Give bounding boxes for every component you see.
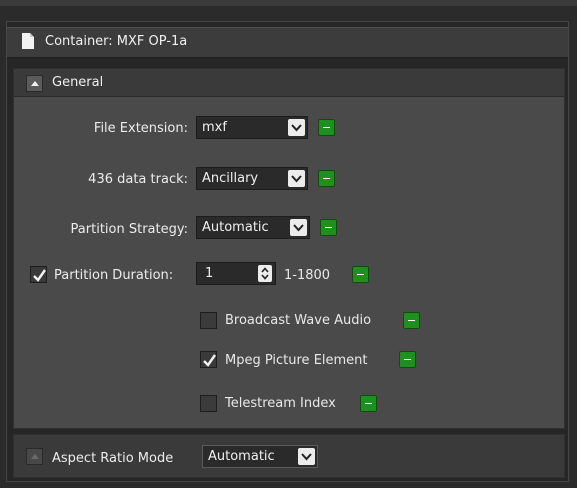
data-track-436-value: Ancillary [202, 171, 259, 186]
file-extension-reset-button[interactable] [318, 119, 335, 136]
chevron-down-icon [288, 119, 305, 136]
telestream-index-checkbox[interactable] [200, 395, 217, 412]
partition-strategy-select[interactable]: Automatic [196, 216, 310, 239]
file-extension-select[interactable]: mxf [196, 116, 308, 139]
telestream-index-reset-button[interactable] [360, 395, 377, 412]
aspect-ratio-select[interactable]: Automatic [202, 445, 318, 468]
general-collapse-button[interactable] [26, 75, 43, 92]
top-bar [0, 0, 577, 6]
general-title: General [52, 75, 104, 90]
document-icon [22, 33, 34, 49]
aspect-ratio-value: Automatic [208, 449, 275, 464]
partition-duration-checkbox[interactable] [30, 266, 47, 283]
partition-strategy-label: Partition Strategy: [70, 222, 188, 237]
spinner-icon[interactable] [258, 265, 272, 282]
file-extension-value: mxf [202, 120, 227, 135]
mpeg-picture-element-reset-button[interactable] [399, 351, 416, 368]
partition-duration-range: 1-1800 [284, 268, 331, 283]
partition-duration-input[interactable]: 1 [196, 262, 276, 285]
data-track-436-reset-button[interactable] [318, 170, 335, 187]
container-title: Container: MXF OP-1a [45, 34, 188, 49]
chevron-up-icon [31, 454, 39, 459]
chevron-down-icon [290, 219, 307, 236]
partition-duration-value: 1 [205, 266, 214, 281]
partition-strategy-value: Automatic [202, 220, 269, 235]
file-extension-label: File Extension: [93, 121, 188, 136]
broadcast-wave-audio-label: Broadcast Wave Audio [225, 313, 372, 328]
checkmark-icon [33, 269, 46, 282]
broadcast-wave-audio-reset-button[interactable] [403, 312, 420, 329]
partition-duration-label: Partition Duration: [54, 268, 174, 283]
chevron-down-icon [298, 448, 315, 465]
broadcast-wave-audio-checkbox[interactable] [200, 312, 217, 329]
checkmark-icon [203, 354, 216, 367]
partition-duration-reset-button[interactable] [352, 266, 369, 283]
chevron-up-icon [31, 81, 39, 86]
chevron-down-icon [288, 170, 305, 187]
mpeg-picture-element-checkbox[interactable] [200, 351, 217, 368]
data-track-436-select[interactable]: Ancillary [196, 167, 308, 190]
partition-strategy-reset-button[interactable] [320, 219, 337, 236]
aspect-ratio-label: Aspect Ratio Mode [52, 451, 174, 466]
aspect-ratio-collapse-button[interactable] [26, 448, 43, 465]
data-track-436-label: 436 data track: [88, 172, 188, 187]
telestream-index-label: Telestream Index [225, 396, 336, 411]
mpeg-picture-element-label: Mpeg Picture Element [225, 353, 368, 368]
